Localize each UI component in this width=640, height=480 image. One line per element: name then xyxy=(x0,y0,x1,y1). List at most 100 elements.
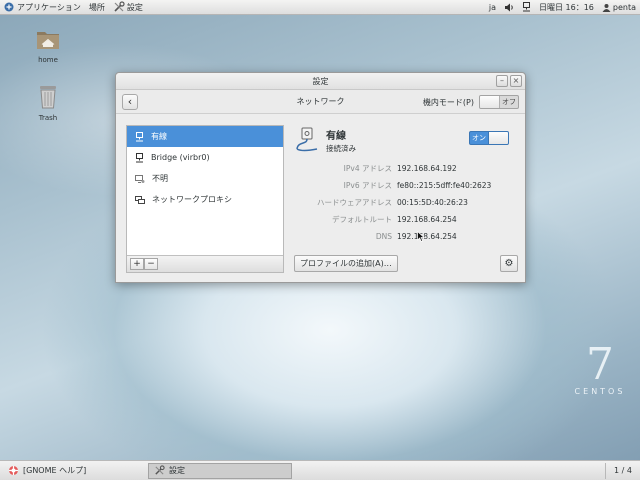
clock[interactable]: 日曜日 16：16 xyxy=(535,0,598,15)
settings-launcher-label: 設定 xyxy=(126,2,143,12)
chevron-left-icon: ‹ xyxy=(127,95,133,108)
settings-tools-icon xyxy=(155,465,165,475)
network-indicator[interactable] xyxy=(518,0,535,15)
airplane-mode: 機内モード(P) オフ xyxy=(423,95,519,109)
prop-key: IPv6 アドレス xyxy=(343,181,392,190)
device-options-button[interactable]: ⚙ xyxy=(500,255,518,272)
prop-ipv6: IPv6 アドレス fe80::215:5dff:fe40:2623 xyxy=(294,177,519,194)
airplane-mode-label: 機内モード(P) xyxy=(422,97,474,107)
task-gnome-help[interactable]: [GNOME ヘルプ] xyxy=(2,463,146,479)
wired-icon xyxy=(136,131,143,141)
minimize-button[interactable]: – xyxy=(496,75,508,87)
gear-icon: ⚙ xyxy=(504,258,514,269)
prop-dns: DNS 192.168.64.254 xyxy=(294,228,519,245)
mouse-cursor-icon xyxy=(417,231,425,242)
airplane-mode-switch[interactable]: オフ xyxy=(479,95,519,109)
sidebar-item-label: Bridge (virbr0) xyxy=(151,153,210,162)
sidebar-item-bridge[interactable]: Bridge (virbr0) xyxy=(127,147,283,168)
header-bar: ‹ ネットワーク 機内モード(P) オフ xyxy=(116,90,525,114)
device-header: 有線 接続済み xyxy=(294,127,356,154)
task-label: 設定 xyxy=(169,466,185,475)
settings-tools-icon xyxy=(114,1,125,12)
input-method-indicator[interactable]: ja xyxy=(485,0,500,15)
device-name: 有線 xyxy=(326,131,346,142)
settings-launcher[interactable]: 設定 xyxy=(109,0,147,15)
desktop-home[interactable]: home xyxy=(23,26,73,64)
sidebar-item-unknown[interactable]: 不明 xyxy=(127,168,283,189)
centos-version-number: 7 xyxy=(586,339,614,390)
applications-icon xyxy=(4,2,14,12)
bottom-panel: [GNOME ヘルプ] 設定 1 / 4 xyxy=(0,460,640,480)
user-menu[interactable]: penta xyxy=(598,0,640,15)
places-label: 場所 xyxy=(88,2,105,12)
close-icon: × xyxy=(512,76,520,85)
user-label: penta xyxy=(612,2,636,12)
minimize-icon: – xyxy=(500,76,504,85)
prop-key: デフォルトルート xyxy=(332,215,392,224)
centos-logo: 7 CENTOS xyxy=(568,339,632,397)
add-device-button[interactable]: + xyxy=(130,258,144,270)
centos-wordmark: CENTOS xyxy=(574,387,626,396)
prop-default-route: デフォルトルート 192.168.64.254 xyxy=(294,211,519,228)
applications-label: アプリケーション xyxy=(17,2,81,12)
prop-value: 192.168.64.192 xyxy=(397,164,457,173)
proxy-icon xyxy=(135,195,145,204)
prop-value: 00:15:5D:40:26:23 xyxy=(397,198,468,207)
add-profile-label: プロファイルの追加(A)… xyxy=(300,259,392,268)
minus-icon: − xyxy=(147,259,155,269)
device-power-switch[interactable]: オン xyxy=(469,131,509,145)
prop-key: IPv4 アドレス xyxy=(343,164,392,173)
applications-menu[interactable]: アプリケーション xyxy=(0,0,85,15)
unknown-device-icon xyxy=(135,174,145,183)
device-list-toolbar: + − xyxy=(127,255,283,272)
sidebar-item-label: ネットワークプロキシ xyxy=(152,195,232,204)
wired-icon xyxy=(136,152,143,162)
home-folder-icon xyxy=(37,32,59,49)
sidebar-item-wired[interactable]: 有線 xyxy=(127,126,283,147)
trash-label: Trash xyxy=(38,114,58,122)
workspace-label: 1 / 4 xyxy=(614,466,632,475)
prop-hardware-address: ハードウェアアドレス 00:15:5D:40:26:23 xyxy=(294,194,519,211)
plus-icon: + xyxy=(133,259,141,269)
prop-key: DNS xyxy=(375,232,392,241)
places-menu[interactable]: 場所 xyxy=(85,0,109,15)
clock-label: 日曜日 16：16 xyxy=(538,2,594,12)
workspace-switcher[interactable]: 1 / 4 xyxy=(605,462,640,479)
home-label: home xyxy=(38,56,58,64)
settings-window: 設定 – × ‹ ネットワーク 機内モード(P) オフ 有線 Bridge (v… xyxy=(115,72,526,283)
airplane-switch-state: オフ xyxy=(502,98,516,106)
add-profile-button[interactable]: プロファイルの追加(A)… xyxy=(294,255,398,272)
user-icon xyxy=(602,3,611,12)
desktop-trash[interactable]: Trash xyxy=(23,84,73,122)
volume-indicator[interactable] xyxy=(500,0,518,15)
window-controls: – × xyxy=(496,75,522,87)
prop-value: 192.168.64.254 xyxy=(397,215,457,224)
prop-value: fe80::215:5dff:fe40:2623 xyxy=(397,181,492,190)
trash-icon xyxy=(40,86,56,109)
task-settings[interactable]: 設定 xyxy=(148,462,292,479)
device-status: 接続済み xyxy=(326,144,356,153)
close-button[interactable]: × xyxy=(510,75,522,87)
device-switch-wrap: オン xyxy=(469,131,509,145)
lang-label: ja xyxy=(488,2,496,12)
prop-value: 192.168.64.254 xyxy=(397,232,457,241)
device-details: 有線 接続済み オン IPv4 アドレス 192.168.64.192 IPv6… xyxy=(294,125,519,273)
sidebar-item-proxy[interactable]: ネットワークプロキシ xyxy=(127,189,283,210)
prop-key: ハードウェアアドレス xyxy=(317,198,392,207)
back-button[interactable]: ‹ xyxy=(122,94,138,110)
volume-icon xyxy=(504,3,513,11)
help-lifebuoy-icon xyxy=(9,466,18,475)
wired-network-icon xyxy=(522,2,530,12)
top-panel: アプリケーション 場所 設定 ja 日曜日 16：16 penta xyxy=(0,0,640,15)
device-switch-state: オン xyxy=(472,134,486,142)
prop-ipv4: IPv4 アドレス 192.168.64.192 xyxy=(294,160,519,177)
sidebar-item-label: 有線 xyxy=(151,132,167,141)
switch-knob xyxy=(488,132,508,144)
sidebar-item-label: 不明 xyxy=(152,174,168,183)
remove-device-button[interactable]: − xyxy=(144,258,158,270)
switch-knob xyxy=(480,96,500,108)
ethernet-device-icon xyxy=(296,127,318,152)
task-label: [GNOME ヘルプ] xyxy=(23,466,87,475)
page-title: ネットワーク xyxy=(296,97,345,106)
window-titlebar[interactable]: 設定 – × xyxy=(116,73,525,90)
